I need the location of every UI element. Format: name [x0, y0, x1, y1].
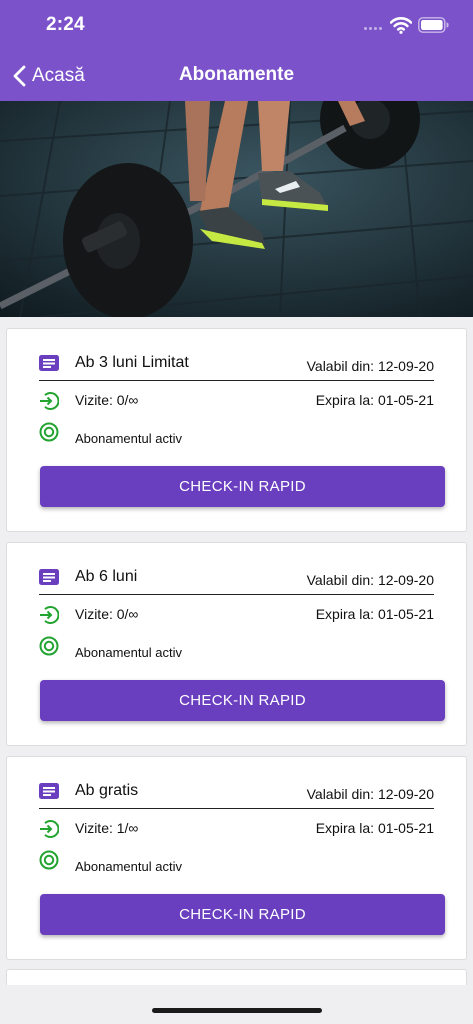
card-header: Ab 6 luni Valabil din: 12-09-20 [39, 565, 434, 595]
check-in-arrow-icon [40, 606, 59, 624]
check-in-arrow-icon [40, 392, 59, 410]
page-title: Abonamente [178, 64, 295, 85]
subscription-card: Ab 3 luni Limitat Valabil din: 12-09-20 … [6, 328, 467, 532]
valid-from: Valabil din: 12-09-20 [306, 358, 434, 374]
status-time: 2:24 [46, 14, 85, 35]
visits-count: Vizite: 0/∞ [75, 606, 139, 622]
quick-check-in-button[interactable]: CHECK-IN RAPID [40, 894, 445, 935]
card-header: Ab gratis Valabil din: 12-09-20 [39, 779, 434, 809]
expiry-date: Expira la: 01-05-21 [315, 606, 434, 622]
hero-image [0, 101, 473, 317]
document-icon [39, 569, 59, 585]
cellular-signal-icon [364, 27, 382, 30]
expiry-date: Expira la: 01-05-21 [315, 392, 434, 408]
expiry-date: Expira la: 01-05-21 [315, 820, 434, 836]
subscription-card: Ab 6 luni Valabil din: 12-09-20 Vizite: … [6, 542, 467, 746]
subscription-name: Ab 3 luni Limitat [75, 354, 189, 371]
home-indicator[interactable] [152, 1008, 322, 1013]
card-header: Ab 3 luni Limitat Valabil din: 12-09-20 [39, 351, 434, 381]
active-target-icon [39, 850, 59, 870]
visits-count: Vizite: 1/∞ [75, 820, 139, 836]
check-in-arrow-icon [40, 820, 59, 838]
valid-from: Valabil din: 12-09-20 [306, 572, 434, 588]
document-icon [39, 783, 59, 799]
quick-check-in-button[interactable]: CHECK-IN RAPID [40, 466, 445, 507]
visits-count: Vizite: 0/∞ [75, 392, 139, 408]
subscription-name: Ab gratis [75, 782, 139, 799]
app-header: 2:24 Acasă Abonamente [0, 0, 473, 101]
quick-check-in-button[interactable]: CHECK-IN RAPID [40, 680, 445, 721]
active-target-icon [39, 422, 59, 442]
subscription-card: Ab gratis Valabil din: 12-09-20 Vizite: … [6, 756, 467, 960]
bottom-safe-area [0, 985, 473, 1024]
subscription-status: Abonamentul activ [75, 859, 182, 874]
weightlifting-photo [0, 101, 473, 317]
wifi-icon [390, 17, 412, 34]
document-icon [39, 355, 59, 371]
subscription-status: Abonamentul activ [75, 431, 182, 446]
subscription-name: Ab 6 luni [75, 568, 138, 585]
valid-from: Valabil din: 12-09-20 [306, 786, 434, 802]
subscription-status: Abonamentul activ [75, 645, 182, 660]
active-target-icon [39, 636, 59, 656]
battery-icon [418, 17, 449, 33]
